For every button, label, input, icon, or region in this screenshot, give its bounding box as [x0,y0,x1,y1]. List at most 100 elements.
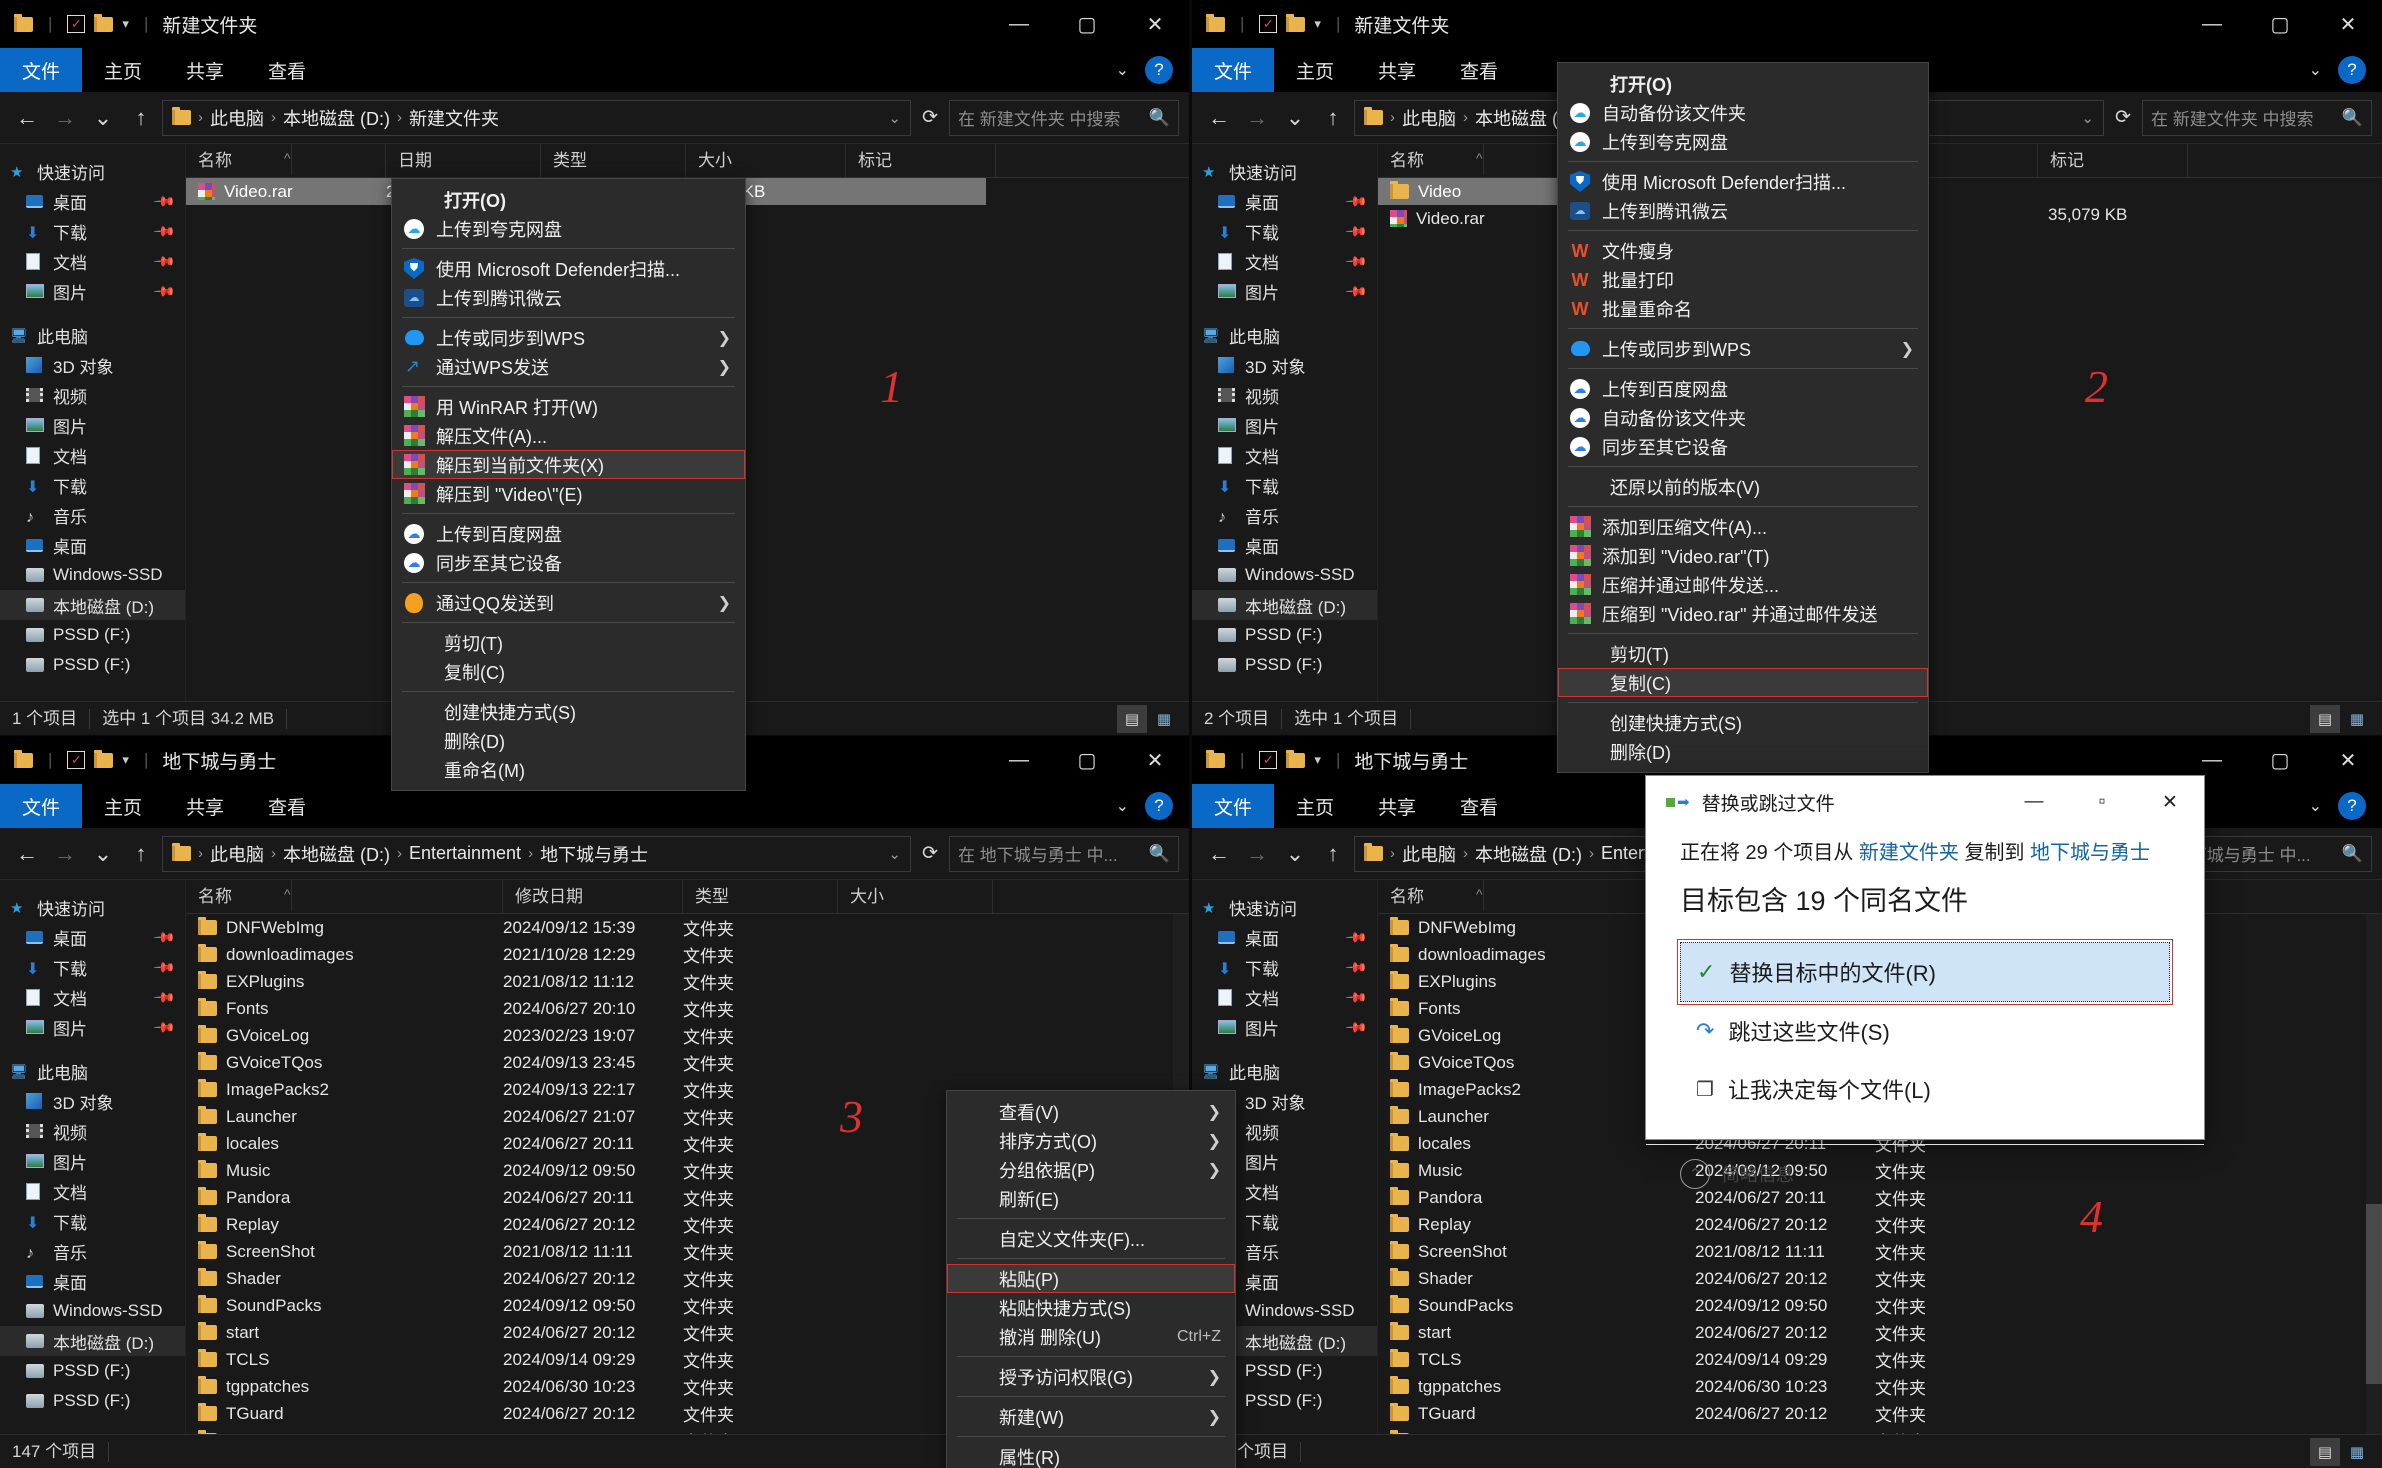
sidebar-group-network[interactable]: 🖧 网络 [0,694,185,701]
pin-icon[interactable]: 📌 [152,279,177,303]
tab-share[interactable]: 共享 [1356,784,1438,828]
menu-item[interactable]: 新建(W) ❯ [947,1402,1235,1431]
menu-item[interactable]: ☁ 上传到腾讯微云 [392,283,745,312]
menu-item[interactable]: 自定义文件夹(F)... [947,1224,1235,1253]
table-row[interactable]: EXPlugins 2021/08/12 11:12 文件夹 [186,968,1189,995]
recent-locations-button[interactable]: ⌄ [86,101,120,135]
menu-item[interactable]: 解压文件(A)... [392,421,745,450]
maximize-button[interactable]: ▢ [1053,736,1121,784]
menu-item[interactable]: ☁ 自动备份该文件夹 [1558,403,1928,432]
back-button[interactable]: ← [10,837,44,871]
quick-access-toolbar[interactable]: | ✓ ▾ | [14,749,154,770]
sidebar-item-3D 对象[interactable]: 3D 对象 [0,350,185,380]
properties-icon[interactable]: ✓ [67,15,86,33]
menu-item[interactable]: ☁ 同步至其它设备 [392,548,745,577]
table-row[interactable]: Shader 2024/06/27 20:12 文件夹 [1378,1265,2382,1292]
search-input[interactable]: 在 新建文件夹 中搜索 [2151,105,2336,130]
search-box[interactable]: 在 新建文件夹 中搜索 🔍 [2142,99,2372,136]
breadcrumb-0[interactable]: 此电脑 [1402,841,1456,867]
expand-ribbon-icon[interactable]: ⌄ [2309,796,2322,816]
pin-icon[interactable]: 📌 [1344,189,1369,213]
sidebar-item-下载[interactable]: ⬇ 下载 📌 [1192,216,1377,246]
table-row[interactable]: TPDownLoad 2024/06/27 20:12 文件夹 [1378,1427,2382,1434]
sidebar-item-下载[interactable]: ⬇ 下载 [1192,470,1377,500]
menu-item[interactable]: 创建快捷方式(S) [392,697,745,726]
option-replace-files[interactable]: ✓ 替换目标中的文件(R) [1677,939,2173,1005]
search-input[interactable]: 在 新建文件夹 中搜索 [958,105,1143,130]
column-header-row[interactable]: 名称 日期 类型 大小 标记 ^ [186,144,1189,178]
menu-item[interactable]: 删除(D) [392,726,745,755]
context-menu-1[interactable]: 打开(O) ☁ 上传到夸克网盘 ⛊ 使用 Microsoft Defender扫描...… [391,178,746,791]
vertical-scrollbar[interactable] [2366,914,2382,1434]
sidebar-group-this-pc[interactable]: 🖥 此电脑 [1192,320,1377,350]
menu-item[interactable]: 粘贴(P) [947,1264,1235,1293]
address-dropdown-icon[interactable]: ⌄ [888,109,901,127]
menu-item[interactable]: 授予访问权限(G) ❯ [947,1362,1235,1391]
pin-icon[interactable]: 📌 [152,955,177,979]
column-date[interactable]: 日期 [386,144,541,178]
sidebar-item-桌面[interactable]: 桌面 📌 [1192,186,1377,216]
replace-or-skip-dialog[interactable]: ➡ 替换或跳过文件 — ▫ ✕ 正在将 29 个项目从 新建文件夹 复制到 地下… [1645,775,2205,1189]
menu-item[interactable]: 通过QQ发送到 ❯ [392,588,745,617]
pin-icon[interactable]: 📌 [1344,925,1369,949]
menu-item[interactable]: 复制(C) [1558,668,1928,697]
sidebar-item-下载[interactable]: ⬇ 下载 📌 [0,216,185,246]
menu-item[interactable]: ☁ 上传到百度网盘 [392,519,745,548]
sidebar-item-Windows-SSD[interactable]: Windows-SSD [0,1296,185,1326]
tab-home[interactable]: 主页 [82,48,164,92]
details-view-button[interactable]: ▤ [1117,704,1147,733]
new-folder-icon[interactable] [94,749,114,768]
tab-view[interactable]: 查看 [1438,784,1520,828]
tab-home[interactable]: 主页 [1274,784,1356,828]
sidebar-item-文档[interactable]: 文档 📌 [1192,246,1377,276]
window-2-sidebar[interactable]: ★ 快速访问 桌面 📌 ⬇ 下载 📌 文档 📌 图片 📌 🖥 此电脑 3D 对象… [1192,144,1377,701]
breadcrumb-1[interactable]: 本地磁盘 (D:) [283,841,390,867]
sidebar-item-Windows-SSD[interactable]: Windows-SSD [1192,560,1377,590]
sidebar-group-quick-access[interactable]: ★ 快速访问 [1192,892,1377,922]
menu-item[interactable]: ☁ 上传到百度网盘 [1558,374,1928,403]
sidebar-item-音乐[interactable]: ♪ 音乐 [0,500,185,530]
close-button[interactable]: ✕ [2314,0,2382,48]
help-icon[interactable]: ? [1145,792,1173,820]
column-tag[interactable]: 标记 [846,144,996,178]
forward-button[interactable]: → [1240,101,1274,135]
back-button[interactable]: ← [1202,101,1236,135]
forward-button[interactable]: → [1240,837,1274,871]
up-button[interactable]: ↑ [124,101,158,135]
tab-home[interactable]: 主页 [1274,48,1356,92]
details-view-button[interactable]: ▤ [2310,704,2340,733]
sidebar-item-音乐[interactable]: ♪ 音乐 [1192,500,1377,530]
pin-icon[interactable]: 📌 [152,985,177,1009]
menu-item[interactable]: 刷新(E) [947,1184,1235,1213]
menu-item[interactable]: 压缩到 "Video.rar" 并通过邮件发送 [1558,599,1928,628]
maximize-button[interactable]: ▢ [2246,736,2314,784]
address-dropdown-icon[interactable]: ⌄ [2081,109,2094,127]
window-1-navbar[interactable]: ← → ⌄ ↑ › 此电脑 › 本地磁盘 (D:) › 新建文件夹 ⌄ ⟳ 在 … [0,92,1189,144]
sidebar-item-图片[interactable]: 图片 📌 [0,1012,185,1042]
table-row[interactable]: SoundPacks 2024/09/12 09:50 文件夹 [1378,1292,2382,1319]
column-size[interactable]: 大小 [838,880,993,914]
column-header-row[interactable]: 名称 修改日期 类型 大小 ^ [186,880,1189,914]
sidebar-item-下载[interactable]: ⬇ 下载 📌 [1192,952,1377,982]
column-name[interactable]: 名称 [186,880,503,914]
menu-item[interactable]: 添加到压缩文件(A)... [1558,512,1928,541]
pin-icon[interactable]: 📌 [1344,219,1369,243]
view-buttons[interactable]: ▤ ▦ [1117,704,1189,733]
menu-item[interactable]: 打开(O) [392,185,745,214]
sidebar-item-视频[interactable]: 视频 [0,1116,185,1146]
search-box[interactable]: 在 新建文件夹 中搜索 🔍 [949,99,1179,136]
dialog-window-controls[interactable]: — ▫ ✕ [2000,776,2204,828]
help-icon[interactable]: ? [2338,792,2366,820]
sidebar-item-桌面[interactable]: 桌面 📌 [0,186,185,216]
menu-item[interactable]: 查看(V) ❯ [947,1097,1235,1126]
up-button[interactable]: ↑ [124,837,158,871]
table-row[interactable]: start 2024/06/27 20:12 文件夹 [1378,1319,2382,1346]
expand-ribbon-icon[interactable]: ⌄ [2309,60,2322,80]
sidebar-item-视频[interactable]: 视频 [0,380,185,410]
sidebar-item-Windows-SSD[interactable]: Windows-SSD [0,560,185,590]
column-type[interactable]: 类型 [683,880,838,914]
sidebar-item-图片[interactable]: 图片 [1192,410,1377,440]
menu-item[interactable]: W 文件瘦身 [1558,236,1928,265]
menu-item[interactable]: W 批量重命名 [1558,294,1928,323]
breadcrumb-2[interactable]: Entertainment [409,843,521,864]
